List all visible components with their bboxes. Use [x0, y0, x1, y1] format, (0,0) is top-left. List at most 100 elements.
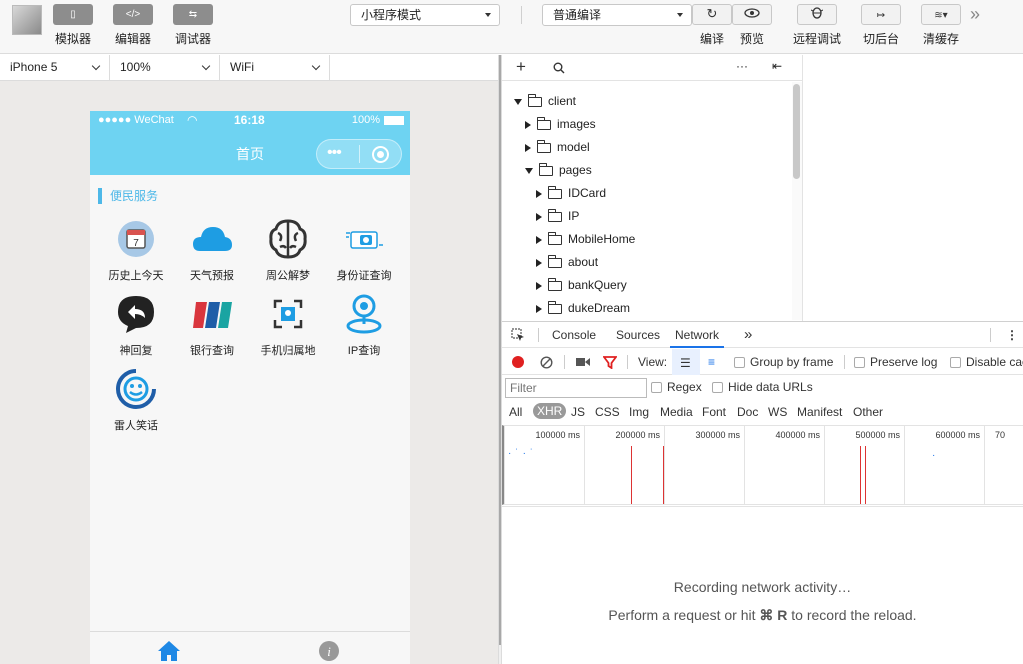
preview-button[interactable]: 预览	[732, 4, 772, 47]
caret-collapsed-icon[interactable]	[536, 235, 542, 244]
tab-network[interactable]: Network	[670, 322, 725, 348]
filter-icon[interactable]	[603, 356, 617, 369]
service-reply[interactable]: 神回复	[98, 292, 174, 358]
tab-console[interactable]: Console	[552, 322, 596, 348]
file-tree-scrollbar[interactable]	[792, 82, 802, 320]
filter-manifest[interactable]: Manifest	[797, 404, 842, 420]
kebab-menu-icon[interactable]: ⋮	[1006, 322, 1018, 348]
checkbox[interactable]	[651, 382, 662, 393]
simulator-toggle[interactable]: ▯ 模拟器	[50, 4, 96, 47]
zoom-select[interactable]: 100%	[110, 55, 220, 80]
caret-collapsed-icon[interactable]	[525, 143, 531, 152]
caret-expanded-icon[interactable]	[514, 98, 522, 105]
service-dream[interactable]: 周公解梦	[250, 217, 326, 283]
file-tree-row[interactable]: IDCard	[536, 182, 606, 205]
group-by-frame-option[interactable]: Group by frame	[734, 355, 833, 369]
phone-screen: ●●●●● WeChat ◠ 16:18 100% 首页 ••• 便民服务 7 …	[90, 111, 410, 664]
more-dots-icon[interactable]: •••	[327, 144, 342, 162]
caret-collapsed-icon[interactable]	[536, 258, 542, 267]
empty-hint-prefix: Perform a request or hit	[608, 607, 760, 623]
filter-input[interactable]	[505, 378, 647, 398]
debugger-toggle[interactable]: ⇆ 调试器	[170, 4, 216, 47]
close-miniprogram-icon[interactable]	[372, 146, 389, 163]
editor-toggle[interactable]: </> 编辑器	[110, 4, 156, 47]
checkbox[interactable]	[712, 382, 723, 393]
more-toolbar-icon[interactable]: »	[970, 4, 980, 25]
user-avatar[interactable]	[12, 5, 42, 35]
network-select[interactable]: WiFi	[220, 55, 330, 80]
scrollbar-thumb[interactable]	[793, 84, 800, 179]
checkbox[interactable]	[734, 357, 745, 368]
service-idcard[interactable]: 身份证查询	[326, 217, 402, 283]
device-select[interactable]: iPhone 5	[0, 55, 110, 80]
compile-select[interactable]: 普通编译	[542, 4, 692, 26]
file-tree-row[interactable]: about	[536, 251, 598, 274]
more-options-icon[interactable]: ···	[736, 59, 748, 73]
checkbox[interactable]	[950, 357, 961, 368]
waterfall-icon[interactable]: ≡	[708, 355, 715, 369]
capsule-menu[interactable]: •••	[316, 139, 402, 169]
file-tree-row[interactable]: bankQuery	[536, 274, 627, 297]
service-bank[interactable]: 银行查询	[174, 292, 250, 358]
file-tree-row[interactable]: dukeDream	[536, 297, 630, 320]
filter-other[interactable]: Other	[853, 404, 883, 420]
checkbox[interactable]	[854, 357, 865, 368]
search-icon[interactable]	[553, 62, 565, 74]
hide-data-urls-option[interactable]: Hide data URLs	[712, 380, 813, 394]
info-icon[interactable]: i	[318, 640, 340, 662]
file-tree-row[interactable]: pages	[525, 159, 592, 182]
caret-expanded-icon[interactable]	[525, 167, 533, 174]
file-tree-row[interactable]: model	[525, 136, 590, 159]
caret-collapsed-icon[interactable]	[536, 281, 542, 290]
file-tree-label: model	[557, 140, 590, 154]
filter-ws[interactable]: WS	[768, 404, 787, 420]
record-icon[interactable]	[512, 356, 524, 368]
inspect-element-icon[interactable]	[511, 328, 525, 342]
network-overview[interactable]: 100000 ms 200000 ms 300000 ms 400000 ms …	[502, 425, 1023, 505]
regex-option[interactable]: Regex	[651, 380, 702, 394]
caret-collapsed-icon[interactable]	[536, 212, 542, 221]
bug-icon	[797, 4, 837, 25]
more-tabs-icon[interactable]: »	[744, 322, 752, 348]
clear-cache-button[interactable]: ≋▾ 清缓存	[918, 4, 964, 47]
service-weather[interactable]: 天气预报	[174, 217, 250, 283]
service-history-today[interactable]: 7 历史上今天	[98, 217, 174, 283]
load-event-marker	[865, 446, 866, 504]
caret-collapsed-icon[interactable]	[536, 304, 542, 313]
filter-all[interactable]: All	[509, 404, 522, 420]
file-tree-row[interactable]: MobileHome	[536, 228, 635, 251]
remote-debug-button[interactable]: 远程调试	[792, 4, 842, 47]
collapse-panel-icon[interactable]: ⇤	[772, 59, 782, 73]
folder-icon	[548, 277, 562, 291]
tab-sources[interactable]: Sources	[616, 322, 660, 348]
file-tree-row[interactable]: IP	[536, 205, 579, 228]
service-phone-location[interactable]: 手机归属地	[250, 292, 326, 358]
filter-js[interactable]: JS	[571, 404, 585, 420]
compile-button[interactable]: ↻ 编译	[692, 4, 732, 47]
caret-collapsed-icon[interactable]	[525, 120, 531, 129]
disable-cache-option[interactable]: Disable cache	[950, 355, 1023, 369]
clear-icon[interactable]	[540, 356, 553, 369]
service-label: 神回复	[119, 345, 153, 357]
filter-font[interactable]: Font	[702, 404, 726, 420]
filter-xhr[interactable]: XHR	[533, 403, 567, 419]
filter-media[interactable]: Media	[660, 404, 693, 420]
file-tree-row[interactable]: client	[514, 90, 576, 113]
mode-select[interactable]: 小程序模式	[350, 4, 500, 26]
splitter-grip[interactable]	[499, 55, 501, 645]
caret-collapsed-icon[interactable]	[536, 189, 542, 198]
filter-doc[interactable]: Doc	[737, 404, 758, 420]
service-ip[interactable]: IP查询	[326, 292, 402, 358]
file-tree-row[interactable]: images	[525, 113, 596, 136]
add-file-icon[interactable]: +	[516, 57, 526, 77]
service-label: 手机归属地	[260, 345, 316, 357]
home-icon[interactable]	[157, 640, 181, 662]
preserve-log-option[interactable]: Preserve log	[854, 355, 937, 369]
background-button[interactable]: ↦ 切后台	[858, 4, 904, 47]
large-rows-toggle[interactable]: ☰	[672, 349, 700, 375]
video-camera-icon[interactable]	[576, 357, 590, 367]
tick-label: 100000 ms	[535, 430, 580, 440]
service-jokes[interactable]: 雷人笑话	[98, 367, 174, 433]
filter-css[interactable]: CSS	[595, 404, 620, 420]
filter-img[interactable]: Img	[629, 404, 649, 420]
